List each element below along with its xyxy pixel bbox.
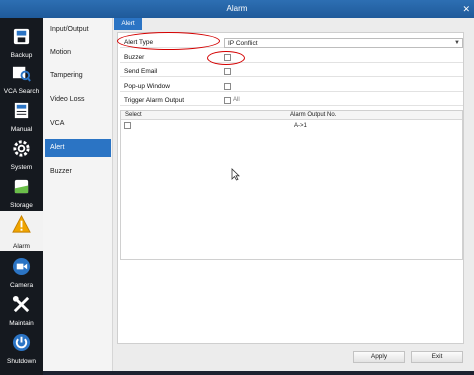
select-column-header: Select xyxy=(125,112,142,118)
submenu-input-output[interactable]: Input/Output xyxy=(45,21,111,39)
nav-camera[interactable]: Camera xyxy=(0,252,43,290)
nav-vca-search-label: VCA Search xyxy=(3,88,40,95)
alarm-output-no: A->1 xyxy=(294,123,307,129)
alert-settings-panel: Alert Type IP Conflict ▼ Buzzer Send Ema… xyxy=(117,32,464,344)
popup-window-checkbox[interactable] xyxy=(224,83,231,90)
exit-button[interactable]: Exit xyxy=(411,351,463,363)
storage-icon xyxy=(14,179,29,194)
alarm-output-table: Select Alarm Output No. A->1 xyxy=(120,110,463,260)
tab-alert[interactable]: Alert xyxy=(114,18,142,30)
alert-type-value: IP Conflict xyxy=(228,40,258,47)
send-email-checkbox[interactable] xyxy=(224,68,231,75)
tools-icon xyxy=(12,295,30,313)
nav-storage-label: Storage xyxy=(10,202,33,209)
table-header: Select Alarm Output No. xyxy=(121,111,462,120)
chevron-down-icon: ▼ xyxy=(454,40,460,46)
close-icon[interactable]: ✕ xyxy=(462,0,470,18)
title-bar: Alarm ✕ xyxy=(0,0,474,18)
submenu-buzzer[interactable]: Buzzer xyxy=(45,163,111,181)
nav-shutdown[interactable]: Shutdown xyxy=(0,328,43,366)
nav-backup[interactable]: Backup xyxy=(0,22,43,60)
alarm-output-column-header: Alarm Output No. xyxy=(290,112,337,118)
camera-search-icon xyxy=(12,66,31,82)
popup-window-label: Pop-up Window xyxy=(124,83,170,90)
nav-system-label: System xyxy=(10,164,33,171)
popup-row: Pop-up Window xyxy=(120,81,463,92)
power-icon xyxy=(12,333,31,352)
nav-maintain[interactable]: Maintain xyxy=(0,290,43,328)
trigger-alarm-output-label: Trigger Alarm Output xyxy=(124,97,185,104)
submenu-motion[interactable]: Motion xyxy=(45,44,111,62)
apply-button[interactable]: Apply xyxy=(353,351,405,363)
annotation-ellipse-alert-type xyxy=(117,32,220,50)
trigger-alarm-output-row: Trigger Alarm Output All xyxy=(120,95,463,106)
nav-manual[interactable]: Manual xyxy=(0,96,43,134)
send-email-row: Send Email xyxy=(120,66,463,77)
main-nav-rail: Backup VCA Search Manual System Storage … xyxy=(0,18,43,375)
submenu-vca[interactable]: VCA xyxy=(45,115,111,133)
buzzer-row: Buzzer xyxy=(120,52,463,63)
send-email-label: Send Email xyxy=(124,68,158,75)
alarm-submenu: Input/Output Motion Tampering Video Loss… xyxy=(43,18,113,371)
nav-vca-search[interactable]: VCA Search xyxy=(0,58,43,96)
nav-camera-label: Camera xyxy=(9,282,34,289)
nav-system[interactable]: System xyxy=(0,134,43,172)
manual-book-icon xyxy=(14,102,29,119)
alert-type-select[interactable]: IP Conflict ▼ xyxy=(224,38,463,48)
window-title: Alarm xyxy=(226,4,248,13)
nav-manual-label: Manual xyxy=(10,126,33,133)
nav-maintain-label: Maintain xyxy=(9,320,34,327)
mouse-cursor-icon xyxy=(231,168,240,181)
nav-alarm-label: Alarm xyxy=(13,243,30,250)
table-row[interactable]: A->1 xyxy=(121,121,462,131)
annotation-ellipse-buzzer xyxy=(207,51,245,65)
gear-icon xyxy=(13,140,30,157)
submenu-tampering[interactable]: Tampering xyxy=(45,67,111,85)
row-select-checkbox[interactable] xyxy=(124,122,131,129)
submenu-alert[interactable]: Alert xyxy=(45,139,111,157)
main-panel: Alert Alert Type IP Conflict ▼ Buzzer Se… xyxy=(113,18,474,371)
trigger-all-label: All xyxy=(233,97,240,103)
trigger-all-checkbox[interactable] xyxy=(224,97,231,104)
buzzer-label: Buzzer xyxy=(124,54,145,61)
backup-icon xyxy=(13,28,30,45)
submenu-video-loss[interactable]: Video Loss xyxy=(45,91,111,109)
warning-icon xyxy=(12,215,31,233)
camera-icon xyxy=(12,257,31,276)
app-window: Alarm ✕ Backup VCA Search Manual System … xyxy=(0,0,474,375)
nav-shutdown-label: Shutdown xyxy=(7,358,36,365)
nav-alarm[interactable]: Alarm xyxy=(0,211,43,251)
nav-storage[interactable]: Storage xyxy=(0,172,43,210)
